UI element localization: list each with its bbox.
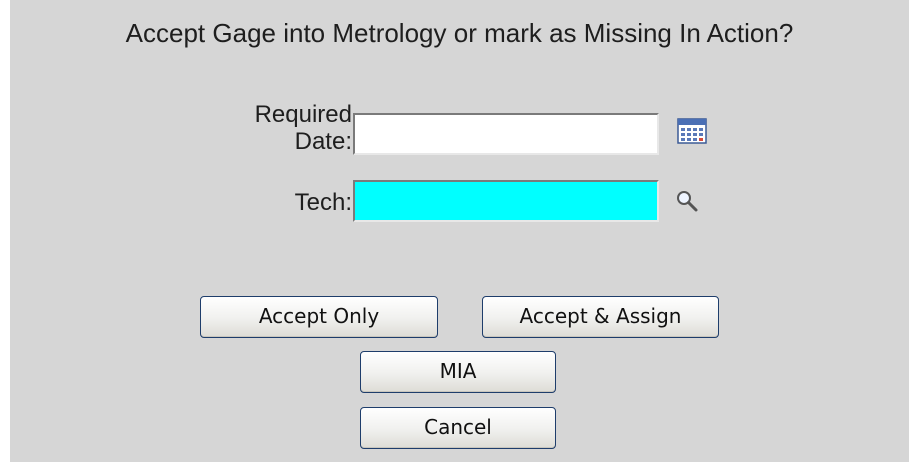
required-date-label: Required Date: <box>180 101 352 155</box>
required-date-label-line1: Required <box>254 101 352 128</box>
accept-only-button[interactable]: Accept Only <box>200 296 438 338</box>
cancel-button[interactable]: Cancel <box>360 407 556 449</box>
dialog-title: Accept Gage into Metrology or mark as Mi… <box>125 18 794 48</box>
tech-input[interactable] <box>353 180 659 222</box>
accept-assign-button[interactable]: Accept & Assign <box>482 296 719 338</box>
mia-button[interactable]: MIA <box>360 351 556 393</box>
required-date-input[interactable] <box>353 113 659 155</box>
tech-label: Tech: <box>294 189 352 216</box>
magnifier-icon[interactable] <box>675 189 699 213</box>
required-date-label-line2: Date: <box>294 128 352 155</box>
calendar-icon[interactable] <box>677 118 707 144</box>
dialog-panel: Accept Gage into Metrology or mark as Mi… <box>10 0 909 462</box>
